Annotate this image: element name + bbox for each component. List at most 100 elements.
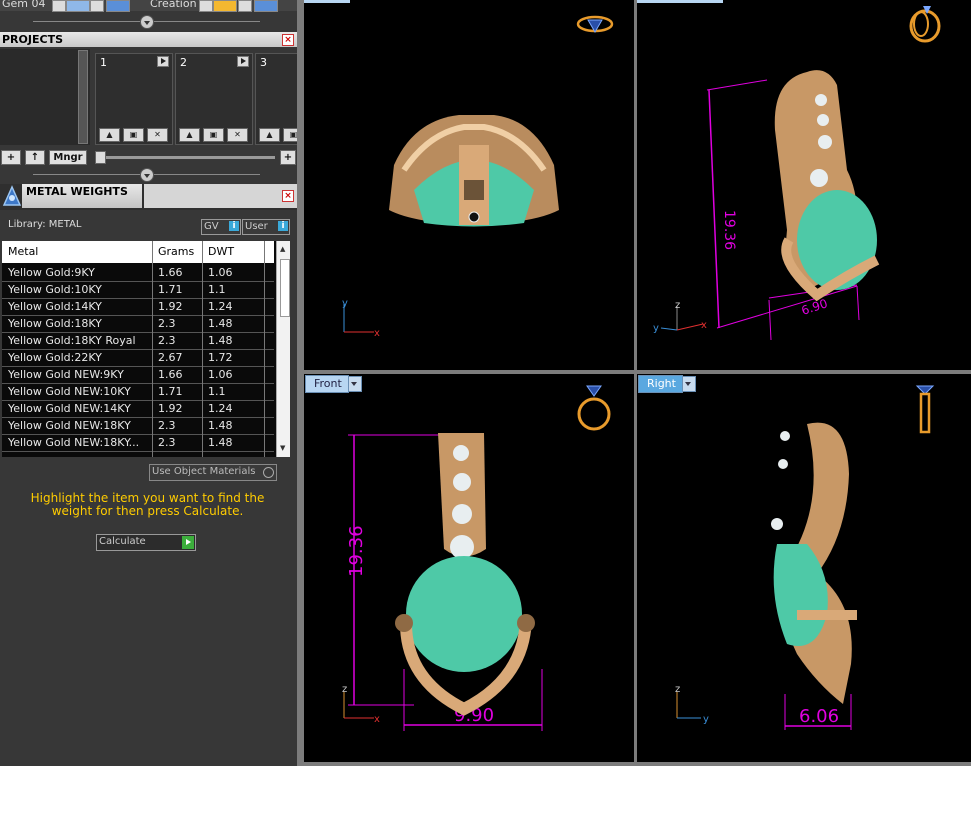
axis-indicator: z y x: [653, 300, 707, 334]
manager-button[interactable]: Mngr: [49, 150, 87, 165]
up-button[interactable]: ↑: [25, 150, 45, 165]
close-icon[interactable]: ×: [282, 34, 294, 46]
save-icon[interactable]: ▣: [203, 128, 224, 142]
right-view-tab[interactable]: Right: [638, 375, 696, 393]
toolbar-button[interactable]: [90, 0, 104, 12]
add-project-button[interactable]: +: [1, 150, 21, 165]
column-header-dwt[interactable]: DWT: [208, 245, 234, 258]
dimension-width-persp: 6.90: [800, 296, 830, 318]
left-panel: Gem 04 Creation PROJECTS × 1 2 3 ▲ ▣ ✕ ▲…: [0, 0, 297, 766]
delete-icon[interactable]: ✕: [227, 128, 248, 142]
table-cell: 1.06: [208, 368, 233, 381]
close-icon[interactable]: ×: [282, 190, 294, 202]
projects-header: PROJECTS ×: [0, 32, 297, 47]
table-row[interactable]: Yellow Gold:14KY 1.92 1.24: [2, 299, 274, 316]
collapse-toggle[interactable]: [140, 168, 154, 182]
scale-icon: [2, 185, 22, 207]
table-cell: Yellow Gold:9KY: [8, 266, 95, 279]
axis-z-label: z: [342, 684, 347, 695]
chevron-down-icon[interactable]: [347, 376, 362, 392]
delete-icon[interactable]: ✕: [147, 128, 168, 142]
upload-icon[interactable]: ▲: [179, 128, 200, 142]
viewport-front[interactable]: Front 19.36 9.90 z x: [304, 374, 634, 762]
table-cell: Yellow Gold NEW:9KY: [8, 368, 124, 381]
radio-icon: [263, 467, 274, 478]
table-row[interactable]: Yellow Gold NEW:14KY 1.92 1.24: [2, 401, 274, 418]
axis-indicator: z x: [342, 684, 380, 724]
table-cell: 1.1: [208, 283, 226, 296]
save-icon[interactable]: ▣: [283, 128, 297, 142]
right-view-label: Right: [647, 377, 676, 390]
zoom-slider-track[interactable]: [95, 156, 275, 159]
toolbar-button[interactable]: [52, 0, 66, 12]
table-cell: 1.92: [158, 300, 183, 313]
axis-z-label: z: [675, 684, 680, 695]
table-cell: 1.66: [158, 266, 183, 279]
metal-weights-table[interactable]: Metal Grams DWT Yellow Gold:9KY 1.66 1.06 Y…: [2, 241, 290, 457]
table-row[interactable]: Yellow Gold:22KY 2.67 1.72: [2, 350, 274, 367]
calculate-label: Calculate: [99, 536, 146, 547]
table-row[interactable]: Yellow Gold:9KY 1.66 1.06: [2, 265, 274, 282]
table-cell: 1.24: [208, 300, 233, 313]
ring-preview-icon: [913, 382, 937, 434]
toolbar-button[interactable]: [66, 0, 90, 12]
projects-title: PROJECTS: [2, 33, 63, 46]
table-cell: 1.92: [158, 402, 183, 415]
table-cell: Yellow Gold:14KY: [8, 300, 102, 313]
toolbar-button[interactable]: [254, 0, 278, 12]
dimension-width-right: 6.06: [799, 706, 839, 727]
front-view-tab[interactable]: Front: [305, 375, 362, 393]
table-scrollbar[interactable]: ▲ ▼: [276, 241, 290, 457]
table-row[interactable]: Yellow Gold NEW:18KY... 2.3 1.48: [2, 435, 274, 452]
collapse-toggle[interactable]: [140, 15, 154, 29]
scrollbar-thumb[interactable]: [280, 259, 290, 317]
toolbar-button[interactable]: [213, 0, 237, 12]
table-cell: Yellow Gold NEW:18KY...: [8, 436, 140, 449]
column-header-metal[interactable]: Metal: [8, 245, 38, 258]
table-row[interactable]: Yellow Gold NEW:10KY 1.71 1.1: [2, 384, 274, 401]
pendant-perspective-render: 19.36 6.90: [706, 70, 880, 341]
use-object-materials-toggle[interactable]: Use Object Materials: [149, 464, 277, 481]
table-cell: 2.3: [158, 419, 176, 432]
creation-label: Creation: [150, 0, 197, 10]
axis-x-label: x: [374, 328, 380, 338]
calculate-button[interactable]: Calculate: [96, 534, 196, 551]
column-header-grams[interactable]: Grams: [158, 245, 194, 258]
table-cell: Yellow Gold:18KY Royal: [8, 334, 136, 347]
table-row[interactable]: Yellow Gold NEW:9KY 1.66 1.06: [2, 367, 274, 384]
scroll-down-icon[interactable]: ▼: [280, 444, 285, 452]
toolbar-button[interactable]: [199, 0, 213, 12]
user-toggle[interactable]: User i: [242, 219, 290, 235]
gv-toggle[interactable]: GV i: [201, 219, 241, 235]
toolbar-button[interactable]: [106, 0, 130, 12]
table-cell: Yellow Gold NEW:18KY: [8, 419, 131, 432]
table-row[interactable]: Yellow Gold:18KY 2.3 1.48: [2, 316, 274, 333]
table-cell: 2.3: [158, 334, 176, 347]
viewport-top[interactable]: y x: [304, 0, 634, 370]
user-toggle-label: User: [245, 221, 268, 232]
play-icon[interactable]: [237, 56, 249, 67]
table-cell: Yellow Gold:10KY: [8, 283, 102, 296]
table-cell: Yellow Gold NEW:14KY: [8, 402, 131, 415]
zoom-plus-button[interactable]: +: [280, 150, 296, 165]
upload-icon[interactable]: ▲: [259, 128, 280, 142]
save-icon[interactable]: ▣: [123, 128, 144, 142]
slot-number: 3: [260, 56, 267, 69]
upload-icon[interactable]: ▲: [99, 128, 120, 142]
project-scrollbar[interactable]: [78, 50, 88, 144]
axis-z-label: z: [675, 300, 680, 311]
chevron-down-icon[interactable]: [681, 376, 696, 392]
zoom-slider-handle[interactable]: [95, 151, 106, 164]
table-row[interactable]: Yellow Gold:18KY Royal 2.3 1.48: [2, 333, 274, 350]
ring-top-render: [389, 115, 559, 227]
slot-number: 2: [180, 56, 187, 69]
viewport-perspective[interactable]: 19.36 6.90 z y x: [637, 0, 971, 370]
scroll-up-icon[interactable]: ▲: [280, 245, 285, 253]
play-icon[interactable]: [157, 56, 169, 67]
table-row[interactable]: Yellow Gold NEW:18KY 2.3 1.48: [2, 418, 274, 435]
toolbar-button[interactable]: [238, 0, 252, 12]
viewport-right[interactable]: Right 6.06 z y: [637, 374, 971, 762]
info-icon: i: [278, 221, 288, 231]
table-row[interactable]: Yellow Gold:10KY 1.71 1.1: [2, 282, 274, 299]
table-cell: 1.06: [208, 266, 233, 279]
